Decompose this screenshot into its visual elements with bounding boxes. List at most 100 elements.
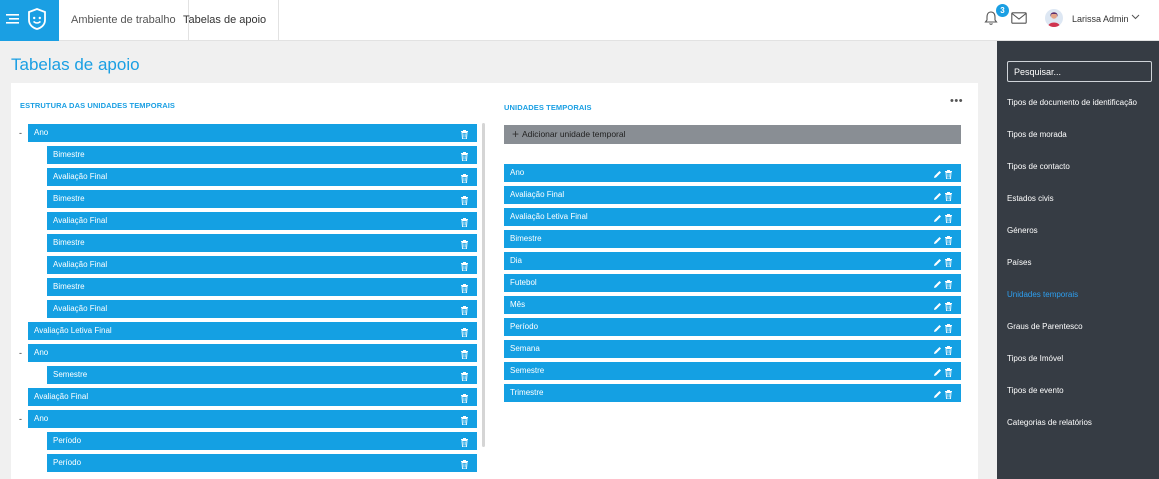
trash-icon[interactable]: [461, 304, 468, 322]
tree-row[interactable]: Período: [47, 454, 477, 472]
user-name[interactable]: Larissa Admin: [1072, 0, 1129, 38]
trash-icon[interactable]: [945, 234, 952, 252]
pencil-icon[interactable]: [933, 322, 942, 340]
unit-row[interactable]: Ano: [504, 164, 961, 182]
trash-icon[interactable]: [461, 370, 468, 388]
sidebar-item[interactable]: Tipos de morada: [1007, 130, 1067, 139]
pencil-icon[interactable]: [933, 344, 942, 362]
brand-area[interactable]: [0, 0, 59, 41]
tree-row[interactable]: Avaliação Final: [47, 256, 477, 274]
unit-row[interactable]: Avaliação Final: [504, 186, 961, 204]
tree-row-label: Avaliação Final: [53, 260, 108, 269]
trash-icon[interactable]: [461, 216, 468, 234]
tree-row-label: Bimestre: [53, 150, 85, 159]
trash-icon[interactable]: [461, 348, 468, 366]
tree-row[interactable]: Bimestre: [47, 278, 477, 296]
tree-row[interactable]: Ano: [28, 124, 477, 142]
tree-row[interactable]: Bimestre: [47, 190, 477, 208]
breadcrumb-home[interactable]: Ambiente de trabalho: [59, 0, 189, 41]
tree-row[interactable]: Ano: [28, 344, 477, 362]
trash-icon[interactable]: [461, 238, 468, 256]
trash-icon[interactable]: [461, 128, 468, 146]
sidebar-item[interactable]: Tipos de evento: [1007, 386, 1064, 395]
trash-icon[interactable]: [461, 414, 468, 432]
breadcrumb-current[interactable]: Tabelas de apoio: [171, 0, 280, 41]
trash-icon[interactable]: [461, 436, 468, 454]
tree-row[interactable]: Avaliação Final: [47, 212, 477, 230]
pencil-icon[interactable]: [933, 212, 942, 230]
unit-row[interactable]: Avaliação Letiva Final: [504, 208, 961, 226]
collapse-toggle[interactable]: -: [19, 344, 27, 362]
tree-scrollbar[interactable]: [482, 123, 485, 447]
tree-row[interactable]: Avaliação Final: [28, 388, 477, 406]
trash-icon[interactable]: [461, 260, 468, 278]
avatar[interactable]: [1045, 9, 1063, 27]
unit-row-label: Trimestre: [510, 388, 544, 397]
sidebar-item[interactable]: Países: [1007, 258, 1031, 267]
notification-badge[interactable]: 3: [996, 4, 1009, 17]
unit-row[interactable]: Futebol: [504, 274, 961, 292]
trash-icon[interactable]: [945, 190, 952, 208]
trash-icon[interactable]: [461, 392, 468, 410]
trash-icon[interactable]: [461, 150, 468, 168]
tree-row[interactable]: Ano: [28, 410, 477, 428]
trash-icon[interactable]: [945, 278, 952, 296]
pencil-icon[interactable]: [933, 168, 942, 186]
unit-row[interactable]: Período: [504, 318, 961, 336]
pencil-icon[interactable]: [933, 234, 942, 252]
tree-row[interactable]: Período: [47, 432, 477, 450]
tree-row[interactable]: Semestre: [47, 366, 477, 384]
unit-row-label: Período: [510, 322, 539, 331]
trash-icon[interactable]: [945, 212, 952, 230]
pencil-icon[interactable]: [933, 190, 942, 208]
trash-icon[interactable]: [945, 366, 952, 384]
search-input[interactable]: [1007, 61, 1152, 82]
trash-icon[interactable]: [945, 344, 952, 362]
tree-row[interactable]: Bimestre: [47, 234, 477, 252]
tree-row-label: Avaliação Final: [53, 216, 108, 225]
trash-icon[interactable]: [461, 172, 468, 190]
trash-icon[interactable]: [945, 168, 952, 186]
unit-row[interactable]: Bimestre: [504, 230, 961, 248]
trash-icon[interactable]: [945, 322, 952, 340]
collapse-toggle[interactable]: -: [19, 410, 27, 428]
envelope-icon[interactable]: [1011, 12, 1027, 24]
unit-row[interactable]: Mês: [504, 296, 961, 314]
trash-icon[interactable]: [461, 326, 468, 344]
unit-row[interactable]: Dia: [504, 252, 961, 270]
pencil-icon[interactable]: [933, 366, 942, 384]
sidebar-item[interactable]: Tipos de contacto: [1007, 162, 1070, 171]
unit-row[interactable]: Semestre: [504, 362, 961, 380]
tree-row[interactable]: Avaliação Final: [47, 168, 477, 186]
pencil-icon[interactable]: [933, 256, 942, 274]
menu-icon[interactable]: [6, 13, 20, 25]
sidebar-item[interactable]: Graus de Parentesco: [1007, 322, 1083, 331]
more-dots-icon[interactable]: •••: [950, 96, 963, 107]
tree-row[interactable]: Avaliação Letiva Final: [28, 322, 477, 340]
trash-icon[interactable]: [461, 458, 468, 476]
sidebar-item[interactable]: Géneros: [1007, 226, 1038, 235]
sidebar-item[interactable]: Tipos de documento de identificação: [1007, 98, 1137, 107]
trash-icon[interactable]: [945, 388, 952, 406]
tree-row-label: Ano: [34, 128, 49, 137]
trash-icon[interactable]: [945, 300, 952, 318]
sidebar-item[interactable]: Categorias de relatórios: [1007, 418, 1092, 427]
pencil-icon[interactable]: [933, 278, 942, 296]
tree-row[interactable]: Avaliação Final: [47, 300, 477, 318]
trash-icon[interactable]: [461, 282, 468, 300]
add-unit-button[interactable]: + Adicionar unidade temporal: [504, 125, 961, 144]
tree-row[interactable]: Bimestre: [47, 146, 477, 164]
pencil-icon[interactable]: [933, 300, 942, 318]
pencil-icon[interactable]: [933, 388, 942, 406]
sidebar-item[interactable]: Estados civis: [1007, 194, 1054, 203]
chevron-down-icon[interactable]: [1131, 14, 1140, 20]
trash-icon[interactable]: [945, 256, 952, 274]
unit-row-label: Ano: [510, 168, 525, 177]
trash-icon[interactable]: [461, 194, 468, 212]
sidebar-item[interactable]: Tipos de Imóvel: [1007, 354, 1063, 363]
unit-row[interactable]: Trimestre: [504, 384, 961, 402]
unit-row[interactable]: Semana: [504, 340, 961, 358]
sidebar-item[interactable]: Unidades temporais: [1007, 290, 1078, 299]
main-panel: Estrutura das unidades temporais Unidade…: [11, 83, 978, 479]
collapse-toggle[interactable]: -: [19, 124, 27, 142]
